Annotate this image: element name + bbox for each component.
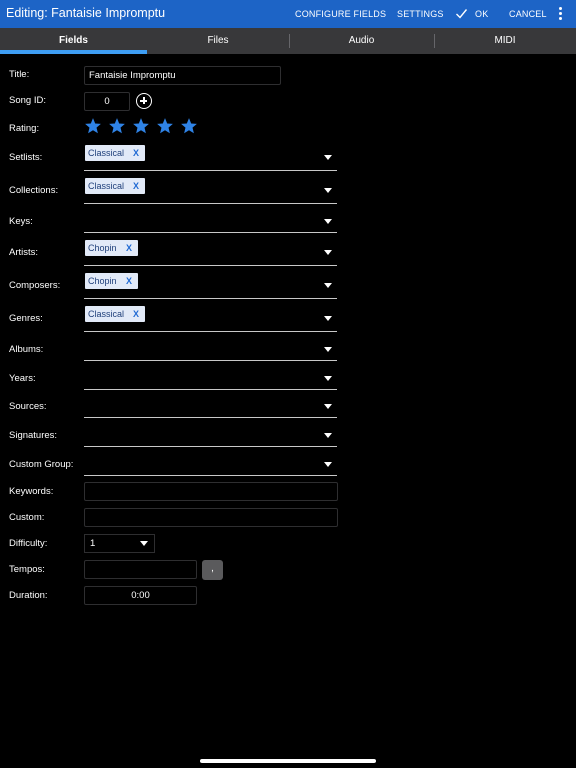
star-icon[interactable] [132, 117, 150, 135]
duration-input[interactable]: 0:00 [84, 586, 197, 605]
cancel-button[interactable]: CANCEL [509, 9, 547, 19]
sources-dropdown-icon[interactable] [324, 404, 332, 409]
star-icon[interactable] [108, 117, 126, 135]
composers-label: Composers: [9, 280, 61, 291]
artists-label: Artists: [9, 247, 39, 258]
artist-chip[interactable]: Chopin X [85, 240, 138, 256]
keys-field-underline [84, 232, 337, 233]
add-tempo-separator-button[interactable]: , [202, 560, 223, 580]
setlists-label: Setlists: [9, 152, 43, 163]
albums-field-underline [84, 360, 337, 361]
genres-dropdown-icon[interactable] [324, 316, 332, 321]
star-icon[interactable] [180, 117, 198, 135]
sources-label: Sources: [9, 401, 47, 412]
setlist-chip[interactable]: Classical X [85, 145, 145, 161]
rating-stars [84, 117, 199, 137]
albums-dropdown-icon[interactable] [324, 347, 332, 352]
difficulty-label: Difficulty: [9, 538, 48, 549]
title-label: Title: [9, 69, 30, 80]
custom-label: Custom: [9, 512, 45, 523]
more-options-icon[interactable] [556, 7, 564, 21]
composers-field-underline [84, 298, 337, 299]
tab-midi[interactable]: MIDI [434, 28, 576, 54]
artists-field-underline [84, 265, 337, 266]
custom-group-label: Custom Group: [9, 459, 74, 470]
custom-input[interactable] [84, 508, 338, 527]
chevron-down-icon [140, 541, 148, 546]
ok-button[interactable]: OK [475, 9, 488, 19]
setlists-field-underline [84, 170, 337, 171]
song-id-label: Song ID: [9, 95, 46, 106]
tempos-label: Tempos: [9, 564, 45, 575]
composer-chip[interactable]: Chopin X [85, 273, 138, 289]
remove-chip-icon[interactable]: X [133, 178, 139, 194]
collections-label: Collections: [9, 185, 59, 196]
years-field-underline [84, 389, 337, 390]
genres-label: Genres: [9, 313, 43, 324]
settings-button[interactable]: SETTINGS [397, 9, 444, 19]
remove-chip-icon[interactable]: X [133, 306, 139, 322]
remove-chip-icon[interactable]: X [126, 273, 132, 289]
signatures-field-underline [84, 446, 337, 447]
title-input[interactable]: Fantaisie Impromptu [84, 66, 281, 85]
keys-label: Keys: [9, 216, 33, 227]
chip-label: Classical [88, 148, 125, 158]
chip-label: Classical [88, 309, 125, 319]
composers-dropdown-icon[interactable] [324, 283, 332, 288]
tab-audio[interactable]: Audio [289, 28, 434, 54]
configure-fields-button[interactable]: CONFIGURE FIELDS [295, 9, 386, 19]
active-tab-indicator [0, 50, 147, 54]
tempos-input[interactable] [84, 560, 197, 579]
keywords-label: Keywords: [9, 486, 54, 497]
chip-label: Chopin [88, 243, 117, 253]
home-indicator[interactable] [200, 759, 376, 763]
difficulty-value: 1 [90, 538, 96, 549]
difficulty-select[interactable]: 1 [84, 534, 155, 553]
song-id-input[interactable]: 0 [84, 92, 130, 111]
add-song-id-icon[interactable] [136, 93, 152, 109]
genres-field-underline [84, 331, 337, 332]
tab-files[interactable]: Files [147, 28, 289, 54]
years-label: Years: [9, 373, 36, 384]
collection-chip[interactable]: Classical X [85, 178, 145, 194]
duration-label: Duration: [9, 590, 48, 601]
setlists-dropdown-icon[interactable] [324, 155, 332, 160]
top-navigation-bar: Editing: Fantaisie Impromptu CONFIGURE F… [0, 0, 576, 28]
custom-group-dropdown-icon[interactable] [324, 462, 332, 467]
sources-field-underline [84, 417, 337, 418]
keys-dropdown-icon[interactable] [324, 219, 332, 224]
keywords-input[interactable] [84, 482, 338, 501]
genre-chip[interactable]: Classical X [85, 306, 145, 322]
chip-label: Classical [88, 181, 125, 191]
page-title: Editing: Fantaisie Impromptu [6, 6, 166, 20]
tab-divider [434, 34, 435, 48]
artists-dropdown-icon[interactable] [324, 250, 332, 255]
tab-divider [289, 34, 290, 48]
star-icon[interactable] [156, 117, 174, 135]
collections-dropdown-icon[interactable] [324, 188, 332, 193]
remove-chip-icon[interactable]: X [126, 240, 132, 256]
years-dropdown-icon[interactable] [324, 376, 332, 381]
custom-group-field-underline [84, 475, 337, 476]
chip-label: Chopin [88, 276, 117, 286]
signatures-label: Signatures: [9, 430, 58, 441]
checkmark-icon[interactable] [455, 7, 468, 20]
star-icon[interactable] [84, 117, 102, 135]
collections-field-underline [84, 203, 337, 204]
rating-label: Rating: [9, 123, 40, 134]
signatures-dropdown-icon[interactable] [324, 433, 332, 438]
remove-chip-icon[interactable]: X [133, 145, 139, 161]
albums-label: Albums: [9, 344, 44, 355]
